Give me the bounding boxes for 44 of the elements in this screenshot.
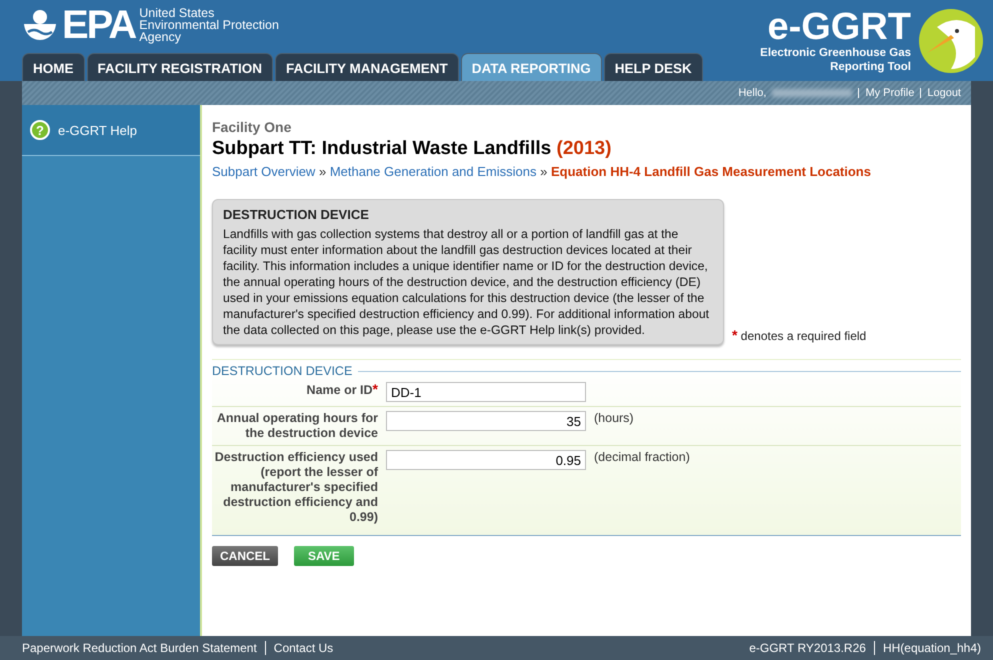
footer-link[interactable]: Paperwork Reduction Act Burden Statement bbox=[22, 641, 257, 655]
unit-label: (decimal fraction) bbox=[594, 450, 690, 466]
breadcrumb-separator: » bbox=[539, 164, 548, 179]
field-label: Name or ID* bbox=[306, 382, 378, 399]
help-icon: ? bbox=[30, 120, 50, 140]
input-field[interactable]: 0.95 bbox=[386, 450, 586, 470]
info-title: DESTRUCTION DEVICE bbox=[223, 207, 370, 222]
nav-tab[interactable]: HOME bbox=[22, 53, 84, 81]
cancel-button[interactable]: CANCEL bbox=[212, 546, 278, 566]
breadcrumb-link[interactable]: Methane Generation and Emissions bbox=[330, 164, 536, 179]
version-text: HH(equation_hh4) bbox=[882, 641, 981, 655]
epa-flower-icon bbox=[22, 8, 58, 42]
required-note: * denotes a required field bbox=[732, 327, 866, 343]
breadcrumb-link[interactable]: Equation HH-4 Landfill Gas Measurement Locations bbox=[550, 164, 871, 179]
heron-logo-icon bbox=[917, 6, 985, 74]
greeting: Hello, bbox=[738, 87, 766, 99]
nav-tab[interactable]: FACILITY REGISTRATION bbox=[86, 53, 274, 81]
breadcrumb-link[interactable]: Subpart Overview bbox=[212, 164, 316, 179]
input-field[interactable]: DD-1 bbox=[386, 382, 586, 402]
reporting-year: (2013) bbox=[556, 138, 612, 159]
agency-name-line: United States bbox=[139, 6, 216, 18]
version-text: e-GGRT RY2013.R26 bbox=[749, 641, 866, 655]
form-legend: DESTRUCTION DEVICE bbox=[212, 364, 352, 378]
sidebar-item[interactable]: ? e-GGRT Help bbox=[22, 105, 200, 156]
facility-name: Facility One bbox=[212, 119, 292, 135]
agency-name-line: Environmental Protection bbox=[139, 18, 279, 30]
field-label: Destruction efficiency used (report the lesser of manufacturer's specified destruction efficiency and 0.99) bbox=[214, 450, 378, 525]
footer-link[interactable]: Contact Us bbox=[274, 641, 334, 655]
nav-tab[interactable]: HELP DESK bbox=[604, 53, 703, 81]
page-title: Subpart TT: Industrial Waste Landfills bbox=[212, 138, 552, 159]
unit-label: (hours) bbox=[594, 411, 634, 427]
user-link[interactable]: My Profile bbox=[865, 87, 914, 99]
field-label: Annual operating hours for the destruction device bbox=[216, 411, 378, 441]
input-field[interactable]: 35 bbox=[386, 411, 586, 431]
app-name-line: Reporting Tool bbox=[830, 60, 911, 74]
user-link[interactable]: Logout bbox=[927, 87, 961, 99]
sidebar-item-label: e-GGRT Help bbox=[58, 122, 137, 138]
breadcrumb-separator: » bbox=[318, 164, 328, 179]
nav-tab[interactable]: FACILITY MANAGEMENT bbox=[275, 53, 459, 81]
epa-logo: EPA bbox=[62, 4, 136, 44]
app-name-line: Electronic Greenhouse Gas bbox=[760, 46, 911, 60]
agency-name-line: Agency bbox=[139, 30, 182, 42]
info-text: Landfills with gas collection systems that destroy all or a portion of landfill gas at the facility must enter information about the landfill gas destruction devices located at their facility. This information includes a unique identifier name or ID for the destruction device, the annual operating hours of the destruction device, and the destruction efficiency (DE) used in your emissions equation calculations for this destruction device (the lesser of the manufacturer's specified destruction efficiency and 0.99). For additional information about the data collected on this page, please use the e-GGRT Help link(s) provided. bbox=[223, 226, 710, 338]
app-logo: e-GGRT bbox=[767, 8, 911, 46]
